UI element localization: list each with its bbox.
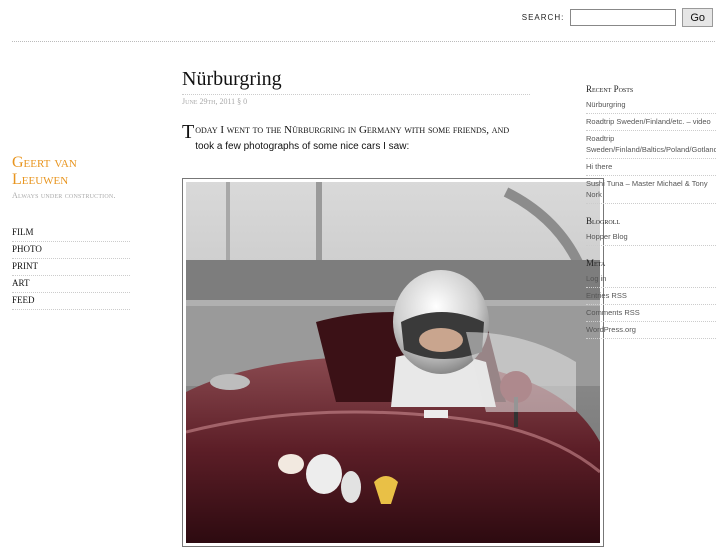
blogroll-link[interactable]: Hopper Blog (586, 229, 716, 246)
search-label: SEARCH: (521, 13, 565, 22)
race-car-photo[interactable] (186, 182, 600, 543)
nav-item-film[interactable]: Film (12, 225, 130, 242)
site-tagline: Always under construction. (12, 191, 116, 200)
post-meta: June 29th, 2011 § 0 (182, 94, 530, 106)
blogroll-section: Blogroll Hopper Blog (586, 216, 716, 246)
recent-post-link[interactable]: Roadtrip Sweden/Finland/Baltics/Poland/G… (586, 131, 716, 159)
blogroll-heading: Blogroll (586, 216, 620, 226)
post-body-text: took a few photographs of some nice cars… (195, 141, 410, 152)
main-nav: Film Photo Print Art Feed (12, 225, 130, 310)
post-body: Today I went to the Nürburgring in Germa… (182, 122, 528, 155)
post-body-smallcaps: oday I went to the Nürburgring in German… (195, 124, 510, 136)
meta-link[interactable]: WordPress.org (586, 322, 716, 339)
nav-item-print[interactable]: Print (12, 259, 130, 276)
drop-cap: T (182, 121, 195, 143)
recent-posts-section: Recent Posts Nürburgring Roadtrip Sweden… (586, 84, 716, 204)
go-button[interactable]: Go (682, 8, 713, 27)
recent-post-link[interactable]: Nürburgring (586, 97, 716, 114)
search-input[interactable] (570, 9, 677, 26)
recent-post-link[interactable]: Hi there (586, 159, 716, 176)
recent-posts-heading: Recent Posts (586, 84, 634, 94)
nav-item-feed[interactable]: Feed (12, 293, 130, 310)
meta-link[interactable]: Entries RSS (586, 288, 716, 305)
site-title[interactable]: Geert van Leeuwen (12, 154, 130, 188)
recent-post-link[interactable]: Roadtrip Sweden/Finland/etc. – video (586, 114, 716, 131)
meta-heading: Meta (586, 258, 606, 268)
recent-post-link[interactable]: Sushi Tuna – Master Michael & Tony Nork (586, 176, 716, 204)
nav-item-photo[interactable]: Photo (12, 242, 130, 259)
nav-item-art[interactable]: Art (12, 276, 130, 293)
post-photo-frame (182, 178, 604, 547)
search-bar: SEARCH: Go (522, 8, 713, 27)
post-title[interactable]: Nürburgring (182, 68, 282, 91)
meta-section: Meta Log in Entries RSS Comments RSS Wor… (586, 258, 716, 339)
photo-illustration (186, 182, 600, 543)
meta-link[interactable]: Log in (586, 271, 716, 288)
header-divider (12, 41, 715, 42)
right-sidebar: Recent Posts Nürburgring Roadtrip Sweden… (586, 84, 716, 351)
meta-link[interactable]: Comments RSS (586, 305, 716, 322)
